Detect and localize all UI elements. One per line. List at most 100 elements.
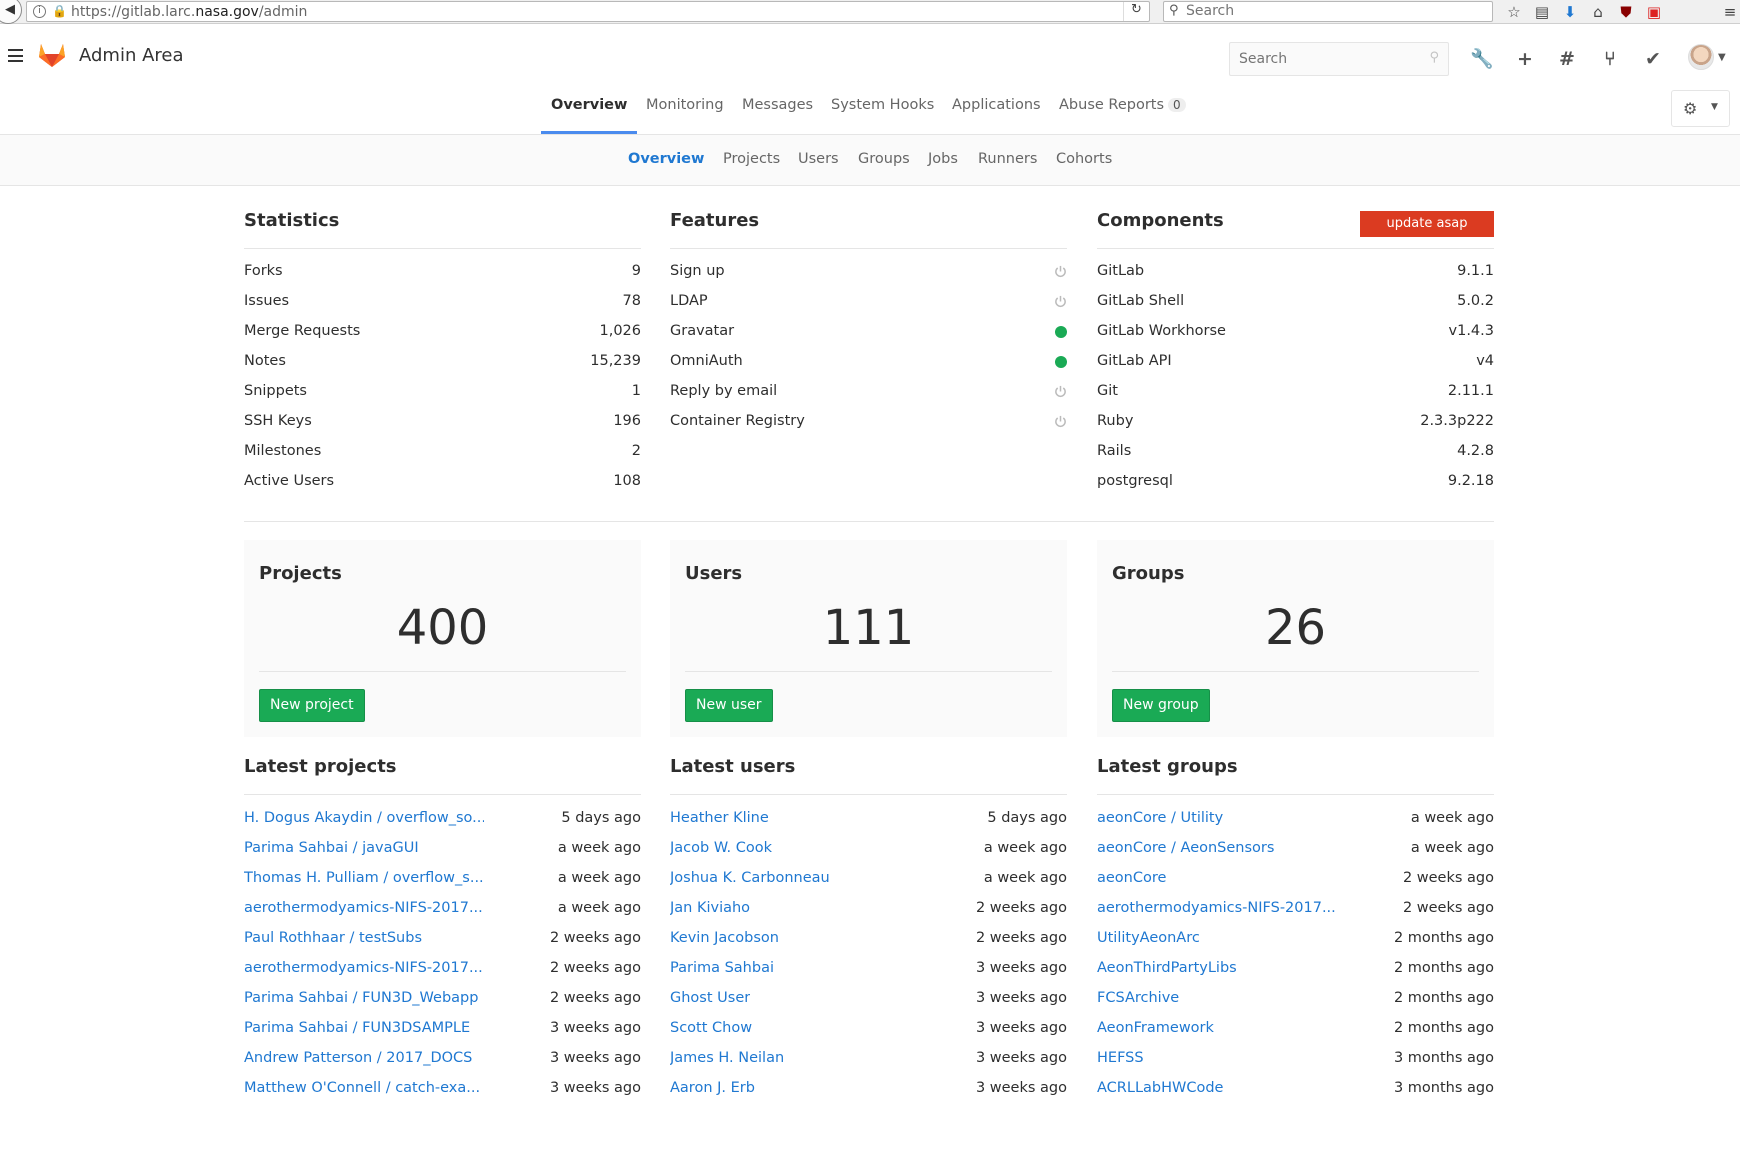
- settings-dropdown-button[interactable]: ⚙ ▼: [1671, 90, 1730, 127]
- header-search-box[interactable]: ⚲: [1229, 42, 1449, 76]
- timestamp: 3 weeks ago: [975, 1080, 1067, 1096]
- group-link[interactable]: aeonCore / AeonSensors: [1097, 840, 1274, 856]
- feature-row: OmniAuth: [670, 353, 1067, 383]
- group-link[interactable]: ACRLLabHWCode: [1097, 1080, 1223, 1096]
- timestamp: 3 weeks ago: [549, 1080, 641, 1096]
- project-link[interactable]: Paul Rothhaar / testSubs: [244, 930, 422, 946]
- project-link[interactable]: Thomas H. Pulliam / overflow_s...: [244, 870, 484, 886]
- group-link[interactable]: aerothermodyamics-NIFS-2017...: [1097, 900, 1336, 916]
- new-user-button[interactable]: New user: [685, 689, 773, 722]
- user-link[interactable]: Scott Chow: [670, 1020, 752, 1036]
- menu-icon[interactable]: ≡: [1720, 2, 1740, 22]
- bookmark-star-icon[interactable]: ☆: [1504, 2, 1524, 22]
- admin-primary-nav: Overview Monitoring Messages System Hook…: [0, 89, 1740, 135]
- tab-abuse-reports-label: Abuse Reports: [1059, 97, 1165, 113]
- group-link[interactable]: AeonFramework: [1097, 1020, 1214, 1036]
- list-item: Paul Rothhaar / testSubs 2 weeks ago: [244, 930, 641, 960]
- latest-users-section: Latest users Heather Kline 5 days ago Jac…: [670, 756, 1067, 1096]
- subtab-runners[interactable]: Runners: [978, 151, 1037, 167]
- timestamp: 3 weeks ago: [549, 1020, 641, 1036]
- component-row: Rails 4.2.8: [1097, 443, 1494, 473]
- url-bar[interactable]: i 🔒 https://gitlab.larc.nasa.gov/admin ↻: [26, 1, 1150, 22]
- group-link[interactable]: HEFSS: [1097, 1050, 1144, 1066]
- power-off-icon: [1055, 295, 1066, 307]
- reload-icon[interactable]: ↻: [1123, 2, 1149, 21]
- latest-projects-section: Latest projects H. Dogus Akaydin / overf…: [244, 756, 641, 1096]
- subtab-groups[interactable]: Groups: [858, 151, 910, 167]
- user-link[interactable]: Ghost User: [670, 990, 750, 1006]
- header-search-input[interactable]: [1239, 51, 1419, 67]
- group-link[interactable]: aeonCore / Utility: [1097, 810, 1223, 826]
- group-link[interactable]: AeonThirdPartyLibs: [1097, 960, 1237, 976]
- user-link[interactable]: Jacob W. Cook: [670, 840, 772, 856]
- wrench-icon[interactable]: 🔧: [1470, 47, 1494, 71]
- tab-applications[interactable]: Applications: [952, 97, 1041, 127]
- project-link[interactable]: Matthew O'Connell / catch-exa...: [244, 1080, 480, 1096]
- user-link[interactable]: James H. Neilan: [670, 1050, 784, 1066]
- project-link[interactable]: aerothermodyamics-NIFS-2017...: [244, 960, 483, 976]
- user-link[interactable]: Joshua K. Carbonneau: [670, 870, 830, 886]
- list-item: aeonCore / Utility a week ago: [1097, 810, 1494, 840]
- tab-monitoring[interactable]: Monitoring: [646, 97, 724, 127]
- update-asap-button[interactable]: update asap: [1360, 211, 1494, 237]
- group-link[interactable]: UtilityAeonArc: [1097, 930, 1200, 946]
- features-section: Features Sign up LDAP Gravatar OmniAuth …: [670, 210, 1067, 500]
- page-title[interactable]: Admin Area: [79, 45, 184, 66]
- group-link[interactable]: FCSArchive: [1097, 990, 1179, 1006]
- extension-icon[interactable]: ▣: [1644, 2, 1664, 22]
- feature-row: LDAP: [670, 293, 1067, 323]
- project-link[interactable]: Andrew Patterson / 2017_DOCS: [244, 1050, 472, 1066]
- tab-system-hooks[interactable]: System Hooks: [831, 97, 934, 127]
- browser-search-input[interactable]: [1186, 3, 1476, 19]
- plus-icon[interactable]: +: [1513, 47, 1537, 71]
- chevron-down-icon[interactable]: ▼: [1718, 52, 1726, 63]
- component-label: Rails: [1097, 443, 1132, 459]
- divider: [670, 248, 1067, 249]
- stat-label: Forks: [244, 263, 283, 279]
- subtab-projects[interactable]: Projects: [723, 151, 780, 167]
- group-link[interactable]: aeonCore: [1097, 870, 1166, 886]
- user-link[interactable]: Aaron J. Erb: [670, 1080, 755, 1096]
- tab-abuse-reports[interactable]: Abuse Reports 0: [1059, 97, 1186, 127]
- info-icon[interactable]: i: [33, 5, 46, 18]
- user-link[interactable]: Jan Kiviaho: [670, 900, 750, 916]
- back-arrow-icon[interactable]: ◀: [0, 0, 22, 24]
- timestamp: 5 days ago: [987, 810, 1067, 826]
- project-link[interactable]: Parima Sahbai / javaGUI: [244, 840, 419, 856]
- download-icon[interactable]: ⬇: [1560, 2, 1580, 22]
- list-item: Kevin Jacobson 2 weeks ago: [670, 930, 1067, 960]
- hamburger-menu-icon[interactable]: [8, 49, 23, 62]
- active-tab-indicator: [541, 131, 637, 134]
- user-link[interactable]: Parima Sahbai: [670, 960, 774, 976]
- project-link[interactable]: aerothermodyamics-NIFS-2017...: [244, 900, 483, 916]
- list-item: Parima Sahbai 3 weeks ago: [670, 960, 1067, 990]
- component-version: 9.1.1: [1457, 263, 1494, 279]
- search-icon: ⚲: [1429, 50, 1439, 65]
- stat-row: SSH Keys 196: [244, 413, 641, 443]
- user-link[interactable]: Heather Kline: [670, 810, 769, 826]
- list-item: Parima Sahbai / FUN3D_Webapp 2 weeks ago: [244, 990, 641, 1020]
- issues-hash-icon[interactable]: #: [1555, 47, 1579, 71]
- new-group-button[interactable]: New group: [1112, 689, 1210, 722]
- url-text[interactable]: https://gitlab.larc.nasa.gov/admin: [71, 4, 307, 20]
- tab-overview[interactable]: Overview: [551, 97, 627, 127]
- new-project-button[interactable]: New project: [259, 689, 365, 722]
- todos-check-icon[interactable]: ✔: [1641, 47, 1665, 71]
- project-link[interactable]: H. Dogus Akaydin / overflow_so...: [244, 810, 484, 826]
- user-link[interactable]: Kevin Jacobson: [670, 930, 779, 946]
- project-link[interactable]: Parima Sahbai / FUN3DSAMPLE: [244, 1020, 470, 1036]
- subtab-jobs[interactable]: Jobs: [928, 151, 958, 167]
- project-link[interactable]: Parima Sahbai / FUN3D_Webapp: [244, 990, 478, 1006]
- reading-list-icon[interactable]: ▤: [1532, 2, 1552, 22]
- ublock-icon[interactable]: ⛊: [1616, 2, 1636, 22]
- gitlab-logo-icon[interactable]: [38, 42, 66, 68]
- tab-messages[interactable]: Messages: [742, 97, 813, 127]
- subtab-cohorts[interactable]: Cohorts: [1056, 151, 1112, 167]
- home-icon[interactable]: ⌂: [1588, 2, 1608, 22]
- subtab-overview[interactable]: Overview: [628, 151, 704, 167]
- subtab-users[interactable]: Users: [798, 151, 839, 167]
- timestamp: 2 weeks ago: [975, 900, 1067, 916]
- avatar[interactable]: [1688, 44, 1714, 70]
- browser-search-box[interactable]: ⚲: [1163, 1, 1493, 22]
- merge-request-icon[interactable]: ⑂: [1598, 47, 1622, 71]
